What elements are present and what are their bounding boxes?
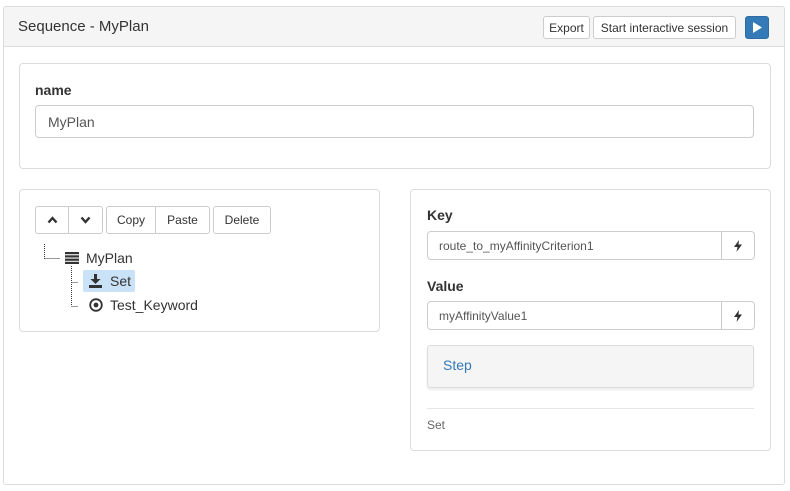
panel-heading: Sequence - MyPlan Export Start interacti… [4,7,784,47]
tree-node-label: MyPlan [86,250,133,266]
chevron-down-icon [80,216,91,224]
export-button[interactable]: Export [543,16,590,39]
play-icon [753,22,762,33]
tree-node-label: Set [110,273,132,289]
paste-button[interactable]: Paste [155,206,210,234]
copy-button[interactable]: Copy [106,206,156,234]
lightning-icon [734,309,742,322]
step-link[interactable]: Step [443,357,472,373]
node-type-footer: Set [427,418,446,432]
run-button[interactable] [745,16,769,39]
value-input-value: myAffinityValue1 [439,308,528,323]
lightning-icon [734,239,742,252]
tree-section: Copy Paste Delete MyPlan Set Test_Keywor… [19,189,380,332]
step-panel[interactable]: Step [427,345,754,388]
tree-node-label: Test_Keyword [110,297,198,313]
key-input[interactable]: route_to_myAffinityCriterion1 [427,231,722,260]
list-icon [65,252,79,264]
value-input[interactable]: myAffinityValue1 [427,301,722,330]
chevron-up-icon [47,216,57,224]
name-section: name MyPlan [19,63,771,169]
name-input-value: MyPlan [48,113,95,130]
tree-node-set[interactable]: Set [83,270,135,292]
start-interactive-session-button[interactable]: Start interactive session [593,16,736,39]
delete-button[interactable]: Delete [213,206,271,234]
properties-section: Key route_to_myAffinityCriterion1 Value … [410,189,771,451]
name-label: name [35,82,72,98]
key-label: Key [427,207,453,223]
value-label: Value [427,278,464,294]
page-title: Sequence - MyPlan [18,18,149,35]
key-input-value: route_to_myAffinityCriterion1 [439,238,594,253]
target-icon [89,298,103,312]
move-up-button[interactable] [35,206,69,234]
move-down-button[interactable] [68,206,103,234]
key-dynamic-toggle[interactable] [722,231,755,260]
value-dynamic-toggle[interactable] [722,301,755,330]
name-input[interactable]: MyPlan [35,105,754,138]
sequence-panel: Sequence - MyPlan Export Start interacti… [3,6,785,485]
download-icon [89,274,102,288]
divider [427,408,754,409]
